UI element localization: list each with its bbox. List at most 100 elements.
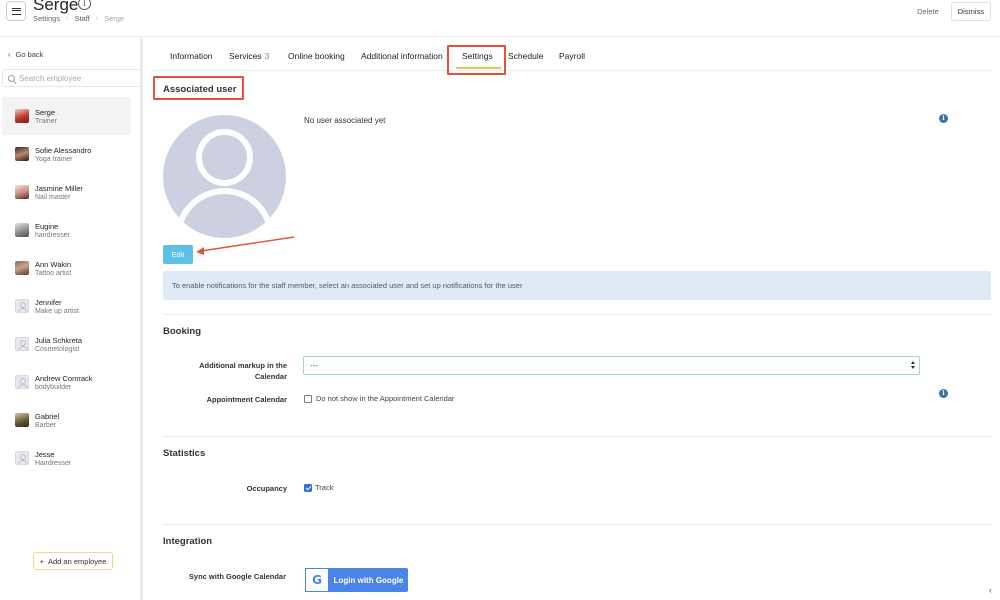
go-back-link[interactable]: ‹ Go back [8, 50, 43, 59]
sidebar: ‹ Go back SergeTrainer Sofie AlessandroY… [0, 38, 143, 600]
track-occupancy-checkbox[interactable] [304, 484, 312, 492]
select-arrows-icon [911, 361, 916, 370]
employee-name: Ann Wakin [35, 259, 71, 269]
login-with-google-label: Login with Google [333, 575, 404, 585]
employee-role: bodybuilder [35, 383, 72, 391]
employee-name: Jesse [35, 449, 55, 459]
tab-online-booking[interactable]: Online booking [288, 51, 345, 61]
add-employee-label: Add an employee [48, 556, 107, 566]
hamburger-icon [11, 7, 21, 15]
no-user-text: No user associated yet [304, 116, 386, 125]
notification-notice: To enable notifications for the staff me… [163, 271, 991, 300]
avatar [15, 223, 29, 237]
tab-information[interactable]: Information [170, 51, 213, 61]
tab-payroll[interactable]: Payroll [559, 51, 585, 61]
integration-title: Integration [163, 536, 213, 547]
breadcrumb: Settings › Staff › Serge [33, 14, 124, 23]
edit-button[interactable]: Edit [163, 245, 193, 264]
occupancy-label: Occupancy [246, 484, 287, 493]
settings-tab-highlight [447, 45, 506, 75]
plus-icon: + [39, 556, 44, 566]
employee-role: Nail master [35, 193, 71, 201]
markup-select[interactable]: --- [303, 356, 920, 375]
top-actions: Delete Dismiss [911, 2, 991, 21]
avatar [15, 185, 29, 199]
employee-item-jasmine[interactable]: Jasmine Miller Nail master [2, 173, 131, 211]
login-with-google-button[interactable]: G Login with Google [305, 568, 408, 592]
person-head-icon [196, 129, 253, 186]
main-content: Information Services 3 Online booking Add… [153, 38, 1000, 600]
google-icon: G [305, 568, 329, 592]
employee-role: Trainer [35, 117, 57, 125]
user-avatar-placeholder [163, 115, 286, 238]
associated-user-highlight [153, 76, 244, 100]
breadcrumb-current: Serge [104, 14, 125, 23]
tab-additional-information[interactable]: Additional information [361, 51, 443, 61]
employee-item-jesse[interactable]: Jesse Hairdresser [2, 439, 131, 477]
employee-item-andrew[interactable]: Andrew Comrack bodybuilder [2, 363, 131, 401]
page-title: Serge [33, 0, 79, 14]
avatar [15, 147, 29, 161]
info-icon[interactable]: i [78, 0, 91, 10]
top-bar: Serge i Settings › Staff › Serge Delete … [0, 0, 1000, 37]
employee-item-ann[interactable]: Ann Wakin Tattoo artist [2, 249, 131, 287]
employee-role: Tattoo artist [35, 269, 72, 277]
chevron-left-icon[interactable]: ‹ [989, 585, 992, 595]
employee-item-gabriel[interactable]: Gabriel Barber [2, 401, 131, 439]
avatar-placeholder-icon [15, 375, 29, 389]
statistics-title: Statistics [163, 448, 206, 459]
employee-name: Jennifer [35, 297, 62, 307]
appointment-calendar-label: Appointment Calendar [206, 395, 287, 404]
dismiss-button[interactable]: Dismiss [950, 2, 991, 21]
tab-services[interactable]: Services 3 [229, 51, 269, 61]
breadcrumb-settings[interactable]: Settings [33, 14, 60, 23]
avatar-placeholder-icon [15, 451, 29, 465]
employee-name: Gabriel [35, 411, 60, 421]
employee-role: Hairdresser [35, 459, 72, 467]
divider [163, 524, 993, 525]
chevron-right-icon: › [66, 15, 69, 22]
markup-select-value: --- [310, 361, 318, 370]
delete-button[interactable]: Delete [911, 3, 945, 20]
add-employee-button[interactable]: + Add an employee [33, 552, 113, 570]
avatar [15, 109, 29, 123]
tab-bar: Information Services 3 Online booking Add… [153, 38, 993, 71]
search-icon [8, 74, 15, 82]
avatar [15, 261, 29, 275]
info-icon[interactable]: i [939, 114, 948, 123]
hide-from-calendar-checkbox[interactable] [304, 395, 312, 403]
info-icon[interactable]: i [939, 389, 948, 398]
markup-label: Additional markup in the Calendar [199, 361, 287, 381]
person-body-icon [175, 188, 274, 238]
employee-role: Make up artist [35, 307, 79, 315]
employee-item-jennifer[interactable]: Jennifer Make up artist [2, 287, 131, 325]
employee-item-eugine[interactable]: Eugine hairdresser [2, 211, 131, 249]
chevron-right-icon: › [95, 15, 99, 22]
avatar-placeholder-icon [15, 299, 29, 313]
hide-from-calendar-label: Do not show in the Appointment Calendar [316, 394, 455, 403]
arrow-annotation-icon [196, 236, 295, 255]
search-input[interactable] [19, 73, 129, 83]
employee-item-julia[interactable]: Julia Schkreta Cosmetologist [2, 325, 131, 363]
booking-title: Booking [163, 326, 201, 337]
employee-item-serge[interactable]: Serge Trainer [2, 97, 131, 135]
breadcrumb-staff[interactable]: Staff [74, 14, 89, 23]
sidebar-scrollbar[interactable] [140, 38, 143, 600]
employee-item-sofie[interactable]: Sofie Alessandro Yoga trainer [2, 135, 131, 173]
search-box [2, 69, 142, 87]
track-occupancy-label: Track [315, 483, 334, 492]
employee-name: Sofie Alessandro [35, 145, 92, 155]
tab-services-count: 3 [264, 51, 270, 61]
employee-role: Yoga trainer [35, 155, 73, 163]
employee-name: Andrew Comrack [35, 373, 93, 383]
menu-button[interactable] [6, 1, 26, 21]
divider [163, 436, 993, 437]
employee-role: hairdresser [35, 231, 71, 239]
avatar [15, 413, 29, 427]
tab-schedule[interactable]: Schedule [508, 51, 543, 61]
employee-name: Julia Schkreta [35, 335, 83, 345]
google-letter: G [312, 573, 322, 587]
go-back-label: Go back [15, 50, 44, 59]
employee-name: Jasmine Miller [35, 183, 83, 193]
avatar-placeholder-icon [15, 337, 29, 351]
